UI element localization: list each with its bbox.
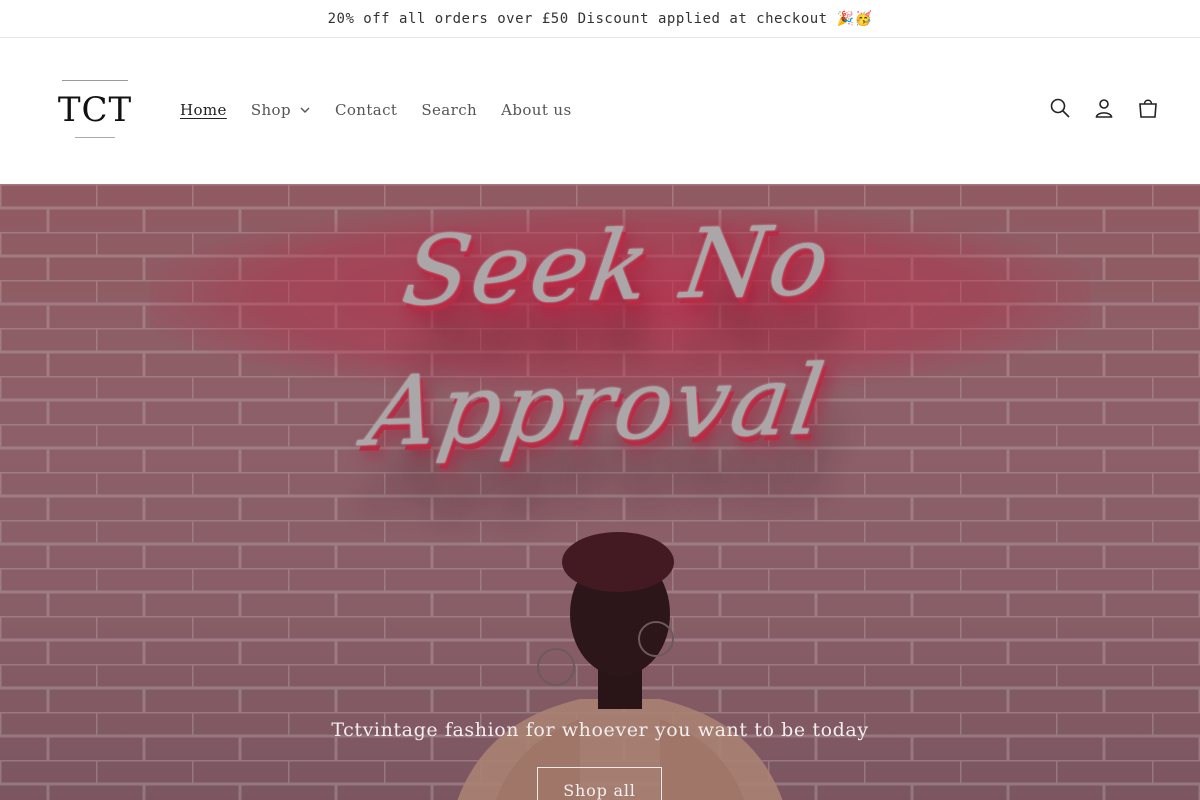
announcement-text: 20% off all orders over £50 Discount app… — [327, 10, 873, 27]
shop-all-label: Shop all — [563, 780, 636, 800]
cart-button[interactable] — [1136, 96, 1160, 120]
logo-mark: TCT — [57, 90, 133, 130]
chevron-down-icon — [300, 107, 310, 113]
shop-all-button[interactable]: Shop all — [537, 767, 662, 800]
hero-banner: Seek No Approval Tctvintage fashion for … — [0, 184, 1200, 800]
nav-search-link[interactable]: Search — [421, 101, 477, 119]
nav-home-link[interactable]: Home — [180, 101, 227, 119]
site-header: TCT Home Shop Contact Search About us — [0, 38, 1200, 184]
nav-shop-label: Shop — [250, 101, 291, 119]
hero-overlay — [0, 184, 1200, 800]
nav-contact-label: Contact — [334, 101, 398, 119]
site-logo[interactable]: TCT — [56, 74, 134, 144]
logo-top-line — [62, 80, 128, 81]
cart-icon — [1139, 99, 1157, 118]
hero-tagline: Tctvintage fashion for whoever you want … — [331, 719, 869, 741]
nav-contact-link[interactable]: Contact — [335, 101, 397, 119]
search-button[interactable] — [1048, 96, 1072, 120]
search-icon — [1050, 98, 1070, 118]
nav-home-label: Home — [180, 101, 227, 119]
account-icon — [1095, 99, 1113, 118]
nav-shop-link[interactable]: Shop — [251, 101, 311, 119]
main-nav: Home Shop Contact Search About us — [180, 98, 596, 122]
nav-search-label: Search — [421, 101, 478, 119]
account-button[interactable] — [1092, 96, 1116, 120]
nav-about-link[interactable]: About us — [501, 101, 571, 119]
header-actions — [1048, 96, 1160, 120]
logo-bottom-line — [75, 137, 115, 138]
nav-about-label: About us — [501, 101, 572, 119]
announcement-bar: 20% off all orders over £50 Discount app… — [0, 0, 1200, 38]
